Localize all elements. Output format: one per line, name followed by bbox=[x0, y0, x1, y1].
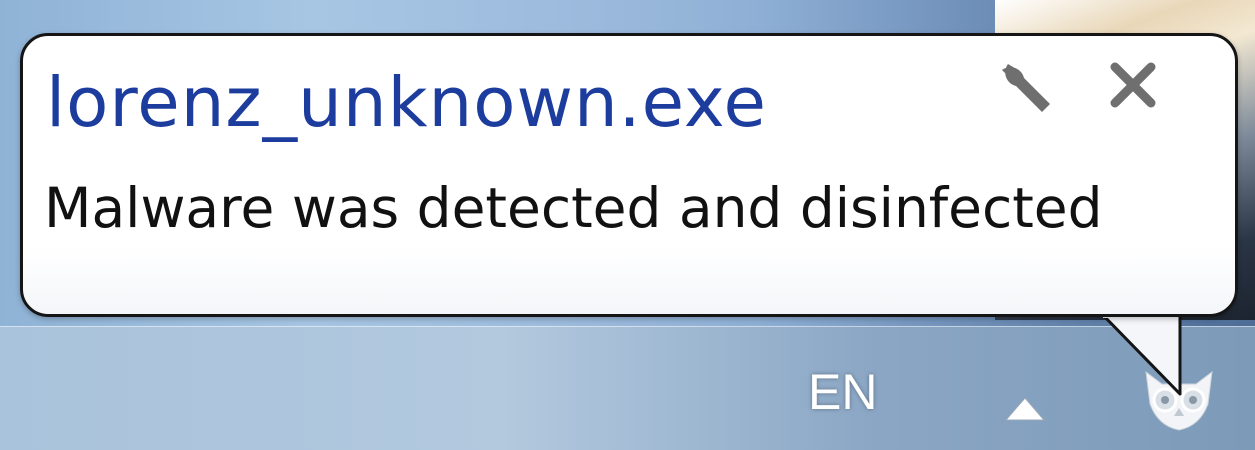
balloon-tail bbox=[1100, 312, 1182, 396]
wrench-icon bbox=[1002, 64, 1050, 112]
notification-close-button[interactable] bbox=[1098, 50, 1168, 120]
notification-title: lorenz_unknown.exe bbox=[46, 63, 768, 143]
notification-message: Malware was detected and disinfected bbox=[44, 176, 1103, 240]
language-indicator[interactable]: EN bbox=[808, 362, 898, 422]
close-icon bbox=[1110, 62, 1156, 108]
notification-settings-button[interactable] bbox=[990, 50, 1060, 120]
triangle-up-icon bbox=[1004, 397, 1046, 421]
taskbar bbox=[0, 326, 1255, 450]
show-hidden-icons-button[interactable] bbox=[998, 392, 1052, 428]
